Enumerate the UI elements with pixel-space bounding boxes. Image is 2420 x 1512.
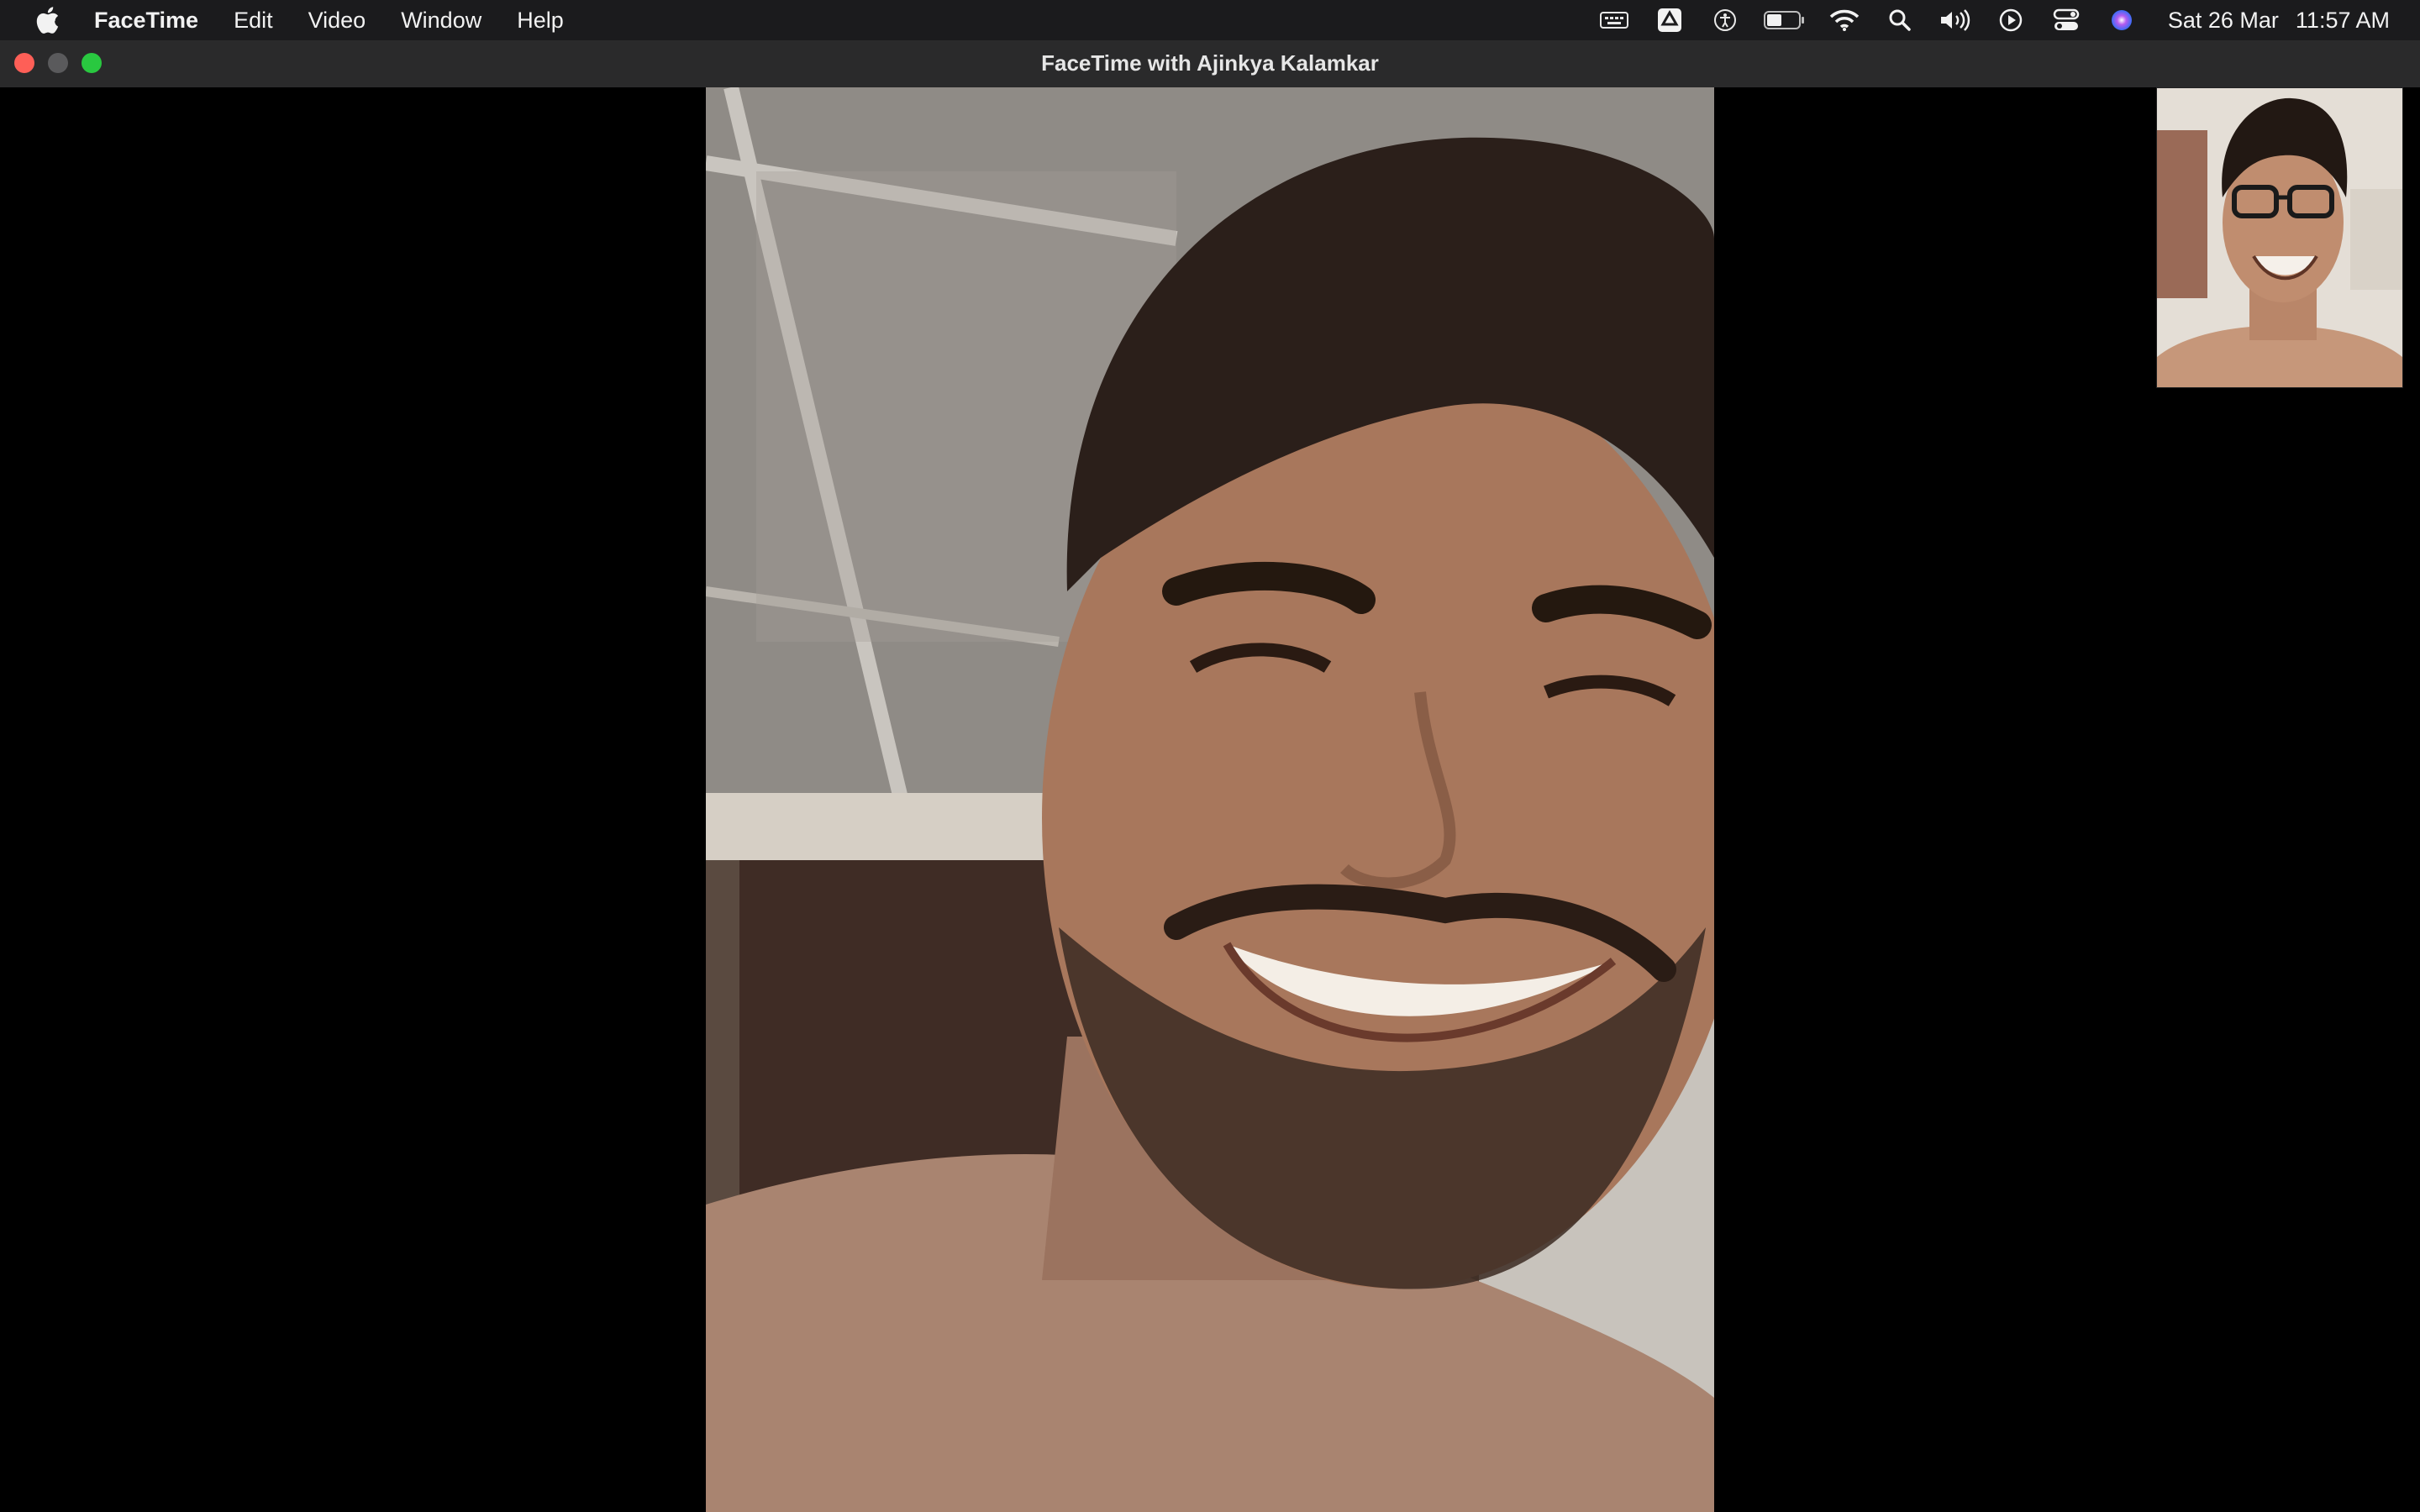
accessibility-icon[interactable]	[1708, 0, 1742, 40]
menu-help[interactable]: Help	[499, 0, 581, 40]
keyboard-brightness-icon[interactable]	[1597, 0, 1631, 40]
wifi-icon[interactable]	[1828, 0, 1861, 40]
remote-video[interactable]	[706, 87, 1714, 1512]
window-title-bar[interactable]: FaceTime with Ajinkya Kalamkar	[0, 40, 2420, 88]
apple-menu-icon[interactable]	[0, 0, 94, 40]
call-stage[interactable]	[0, 87, 2420, 1512]
control-center-icon[interactable]	[2049, 0, 2083, 40]
volume-icon[interactable]	[1939, 0, 1972, 40]
self-view-video[interactable]	[2156, 87, 2403, 388]
now-playing-icon[interactable]	[1994, 0, 2028, 40]
siri-icon[interactable]	[2105, 0, 2139, 40]
date-label: Sat 26 Mar	[2167, 7, 2279, 33]
menu-bar-clock[interactable]: Sat 26 Mar 11:57 AM	[2168, 8, 2390, 34]
menu-window[interactable]: Window	[383, 0, 499, 40]
time-label: 11:57 AM	[2295, 7, 2390, 33]
menu-bar: FaceTime Edit Video Window Help Sat 26 M…	[0, 0, 2420, 40]
menu-video[interactable]: Video	[291, 0, 384, 40]
menu-facetime[interactable]: FaceTime	[94, 0, 216, 40]
google-drive-icon[interactable]	[1653, 0, 1686, 40]
menu-edit[interactable]: Edit	[216, 0, 291, 40]
spotlight-search-icon[interactable]	[1883, 0, 1917, 40]
battery-icon[interactable]	[1763, 0, 1806, 40]
window-title: FaceTime with Ajinkya Kalamkar	[1041, 50, 1379, 76]
